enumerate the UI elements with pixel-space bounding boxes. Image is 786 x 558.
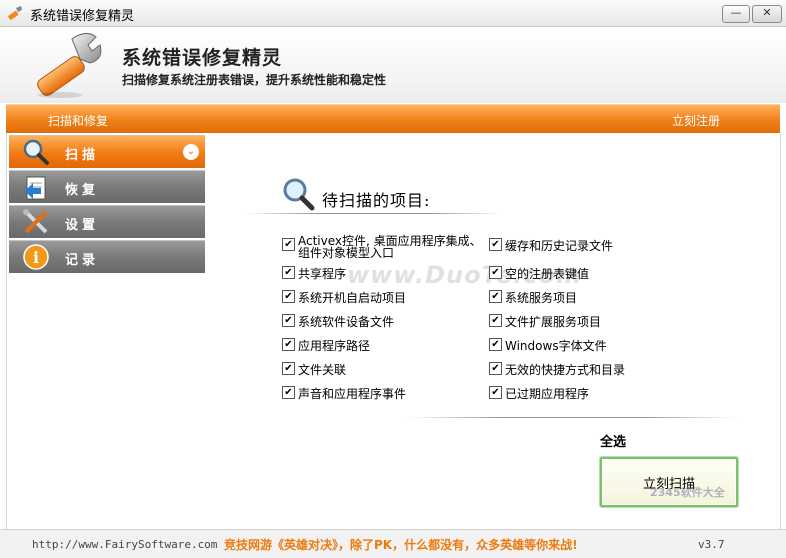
- version-label: v3.7: [698, 538, 725, 551]
- app-header: 系统错误修复精灵 扫描修复系统注册表错误，提升系统性能和稳定性: [0, 27, 786, 103]
- section-label: 扫描和修复: [48, 114, 109, 128]
- item-label: 缓存和历史记录文件: [505, 239, 614, 253]
- checkbox[interactable]: ✔: [282, 314, 295, 327]
- item-label: 无效的快捷方式和目录: [505, 363, 626, 377]
- checkbox[interactable]: ✔: [489, 290, 502, 303]
- section-bar: 扫描和修复 立刻注册: [6, 104, 780, 134]
- chevron-down-icon: ⌄: [183, 144, 199, 160]
- checkbox[interactable]: ✔: [489, 314, 502, 327]
- sidebar-item-label: 恢复: [65, 183, 100, 198]
- item-label: Activex控件, 桌面应用程序集成、组件对象模型入口: [298, 234, 482, 260]
- close-button[interactable]: ✕: [752, 5, 782, 23]
- ad-banner[interactable]: 竞技网游《英雄对决》，除了PK，什么都没有，众多英雄等你来战!: [224, 536, 578, 553]
- item-label: 应用程序路径: [298, 339, 371, 353]
- sidebar-item-label: 记录: [65, 253, 100, 268]
- wrench-logo-icon: [37, 33, 102, 98]
- sidebar-item-label: 扫描: [65, 148, 100, 163]
- sidebar: 扫描 ⌄ 恢复 设置 i 记录: [6, 133, 208, 529]
- main-panel: 待扫描的项目: www.DuoTe.com ✔ Activex控件, 桌面应用程…: [207, 133, 781, 529]
- checkbox[interactable]: ✔: [489, 266, 502, 279]
- svg-text:i: i: [33, 248, 39, 267]
- checkbox[interactable]: ✔: [489, 386, 502, 399]
- register-link[interactable]: 立刻注册: [672, 112, 720, 129]
- checkbox[interactable]: ✔: [282, 266, 295, 279]
- checkbox[interactable]: ✔: [489, 338, 502, 351]
- divider: [243, 213, 503, 214]
- section-title: 待扫描的项目:: [322, 191, 431, 210]
- minimize-button[interactable]: —: [722, 5, 750, 23]
- item-label: 系统服务项目: [505, 291, 578, 305]
- item-label: 声音和应用程序事件: [298, 387, 407, 401]
- item-label: 系统开机自启动项目: [298, 291, 407, 305]
- title-bar: 系统错误修复精灵 — ✕: [0, 0, 786, 27]
- item-label: Windows字体文件: [505, 339, 607, 353]
- checkbox[interactable]: ✔: [489, 362, 502, 375]
- item-label: 空的注册表键值: [505, 267, 590, 281]
- status-bar: http://www.FairySoftware.com 竞技网游《英雄对决》，…: [0, 529, 786, 558]
- corner-watermark: 2345软件大全: [650, 486, 725, 499]
- checkbox[interactable]: ✔: [282, 362, 295, 375]
- magnifier-icon: [283, 178, 315, 211]
- select-all-link[interactable]: 全选: [600, 431, 626, 450]
- checkbox[interactable]: ✔: [282, 238, 295, 251]
- app-icon: [8, 6, 22, 20]
- sidebar-item-settings[interactable]: 设置: [9, 205, 205, 238]
- app-title: 系统错误修复精灵: [122, 47, 283, 69]
- restore-icon: [25, 176, 46, 200]
- website-link[interactable]: http://www.FairySoftware.com: [32, 538, 217, 551]
- app-subtitle: 扫描修复系统注册表错误，提升系统性能和稳定性: [122, 73, 387, 87]
- info-icon: i: [23, 244, 49, 270]
- divider: [407, 417, 737, 418]
- item-label: 共享程序: [298, 267, 347, 281]
- checkbox[interactable]: ✔: [282, 386, 295, 399]
- magnifier-icon: [23, 139, 49, 165]
- item-label: 已过期应用程序: [505, 387, 590, 401]
- sidebar-item-scan[interactable]: 扫描 ⌄: [9, 135, 205, 168]
- checkbox[interactable]: ✔: [282, 290, 295, 303]
- checkbox[interactable]: ✔: [282, 338, 295, 351]
- item-label: 文件关联: [298, 363, 347, 377]
- tools-icon: [23, 209, 48, 234]
- sidebar-item-restore[interactable]: 恢复: [9, 170, 205, 203]
- sidebar-item-log[interactable]: i 记录: [9, 240, 205, 273]
- item-label: 文件扩展服务项目: [505, 315, 602, 329]
- item-label: 系统软件设备文件: [298, 315, 395, 329]
- window-title: 系统错误修复精灵: [30, 9, 135, 24]
- checkbox[interactable]: ✔: [489, 238, 502, 251]
- sidebar-item-label: 设置: [65, 218, 100, 233]
